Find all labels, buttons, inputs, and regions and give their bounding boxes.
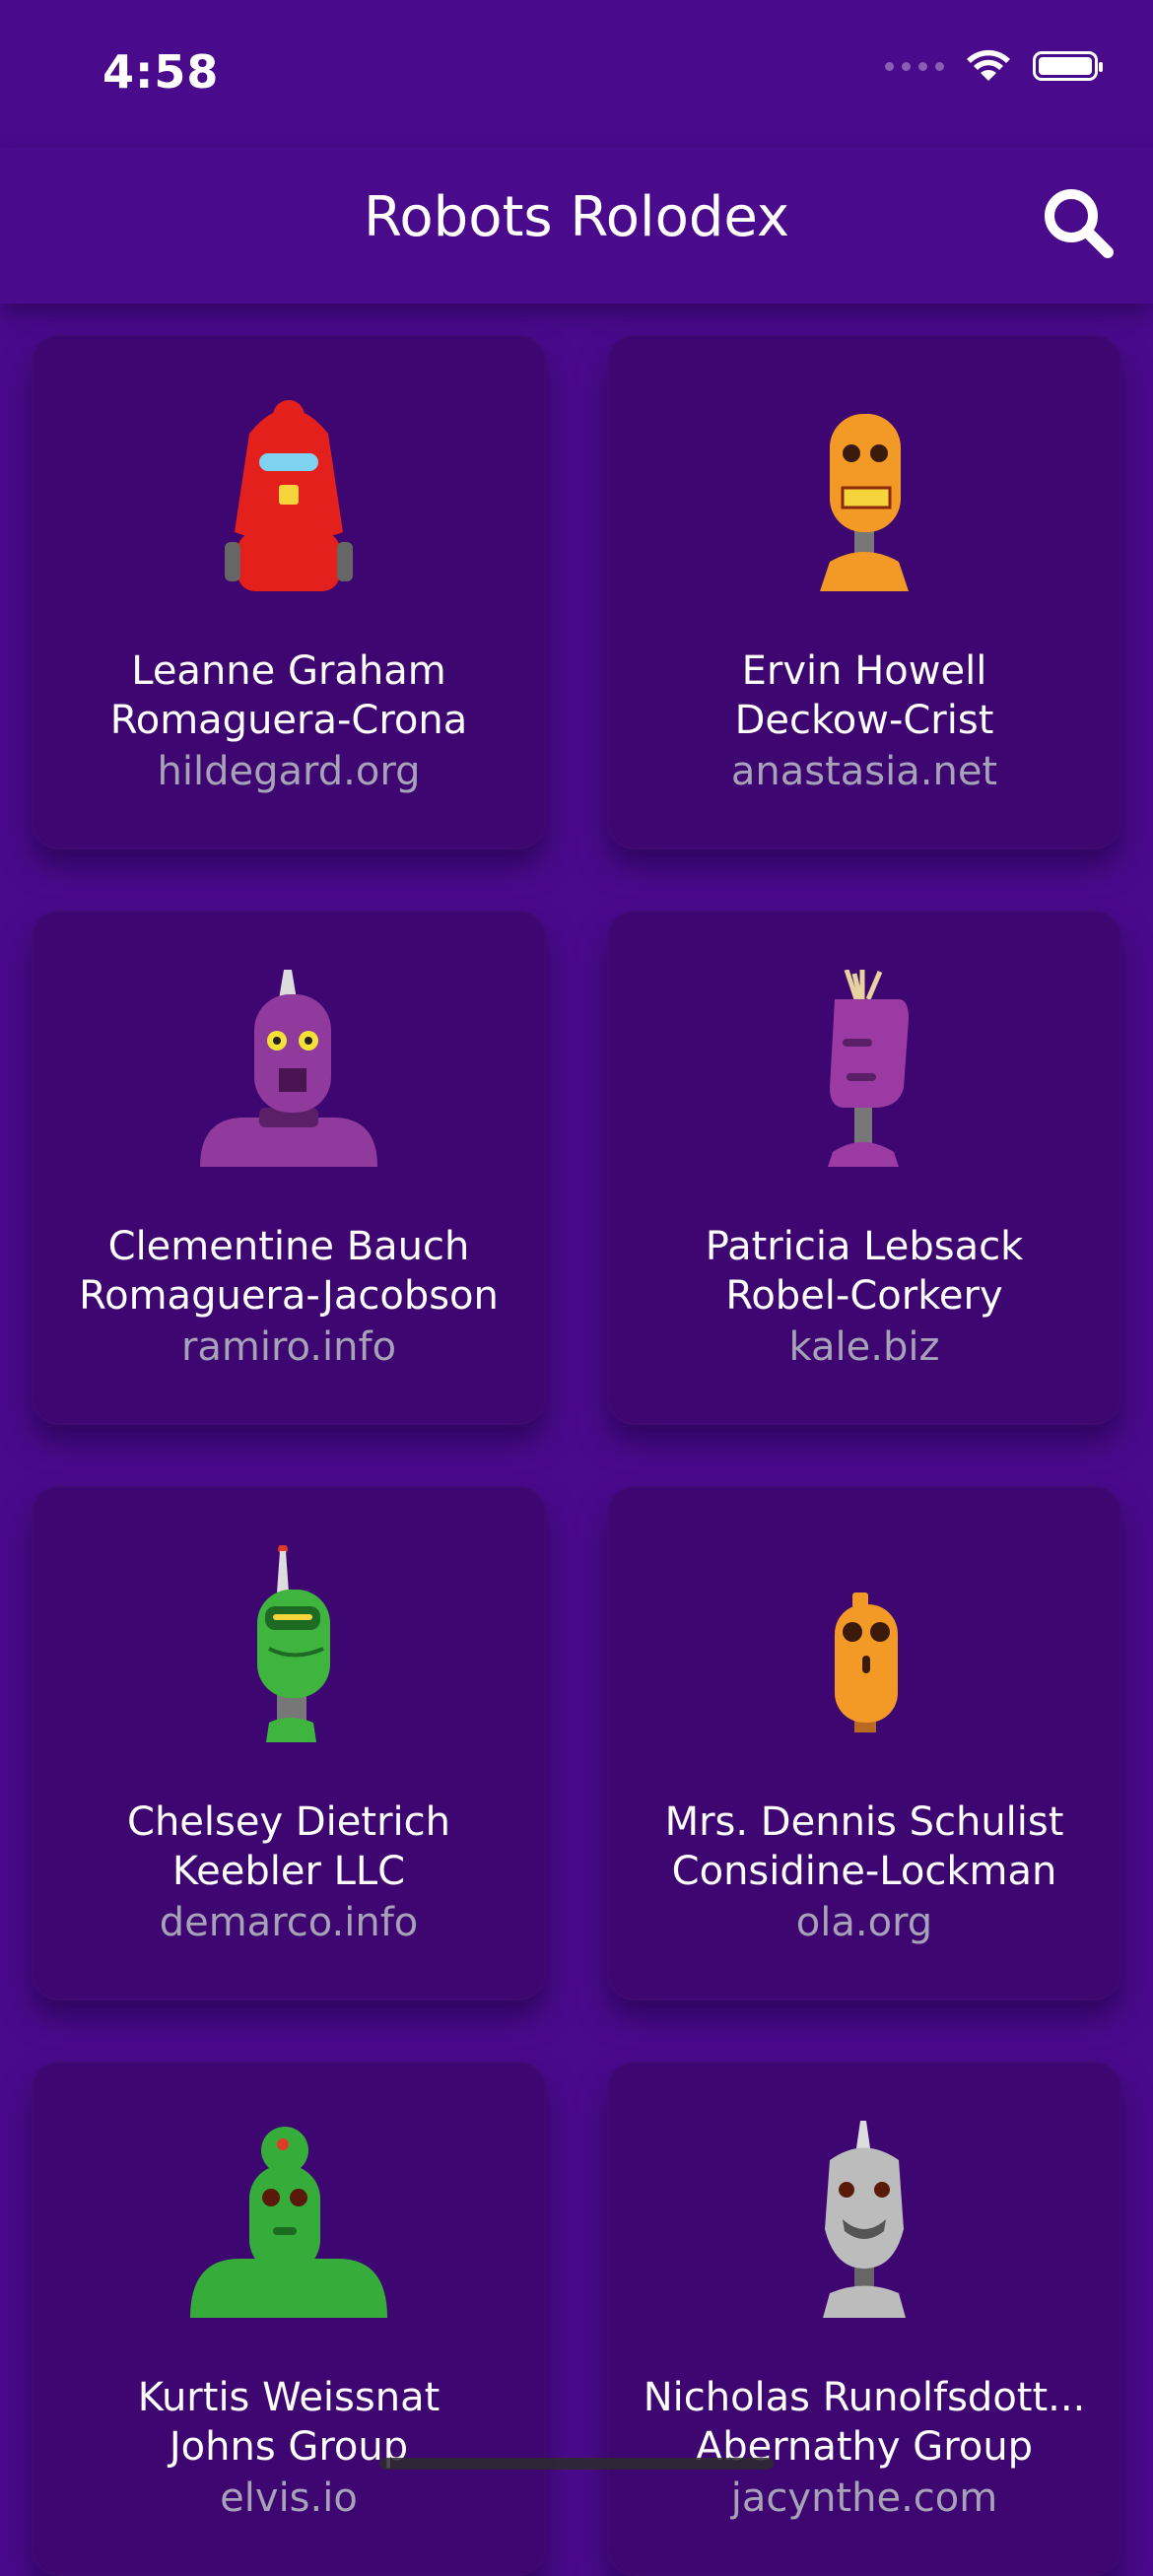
app-header: Robots Rolodex [0,148,1153,304]
robot-name: Kurtis Weissnat [137,2375,441,2420]
robot-card[interactable]: Mrs. Dennis Schulist Considine-Lockman o… [607,1486,1121,2000]
robot-website: ola.org [795,1900,933,1945]
robot-website: hildegard.org [157,749,421,794]
robot-avatar-icon [835,1593,898,1732]
robot-name: Nicholas Runolfsdott... [643,2375,1086,2420]
robot-card[interactable]: Patricia Lebsack Robel-Corkery kale.biz [607,911,1121,1425]
wifi-icon [967,49,1010,81]
robot-name: Leanne Graham [131,648,446,694]
robot-card[interactable]: Clementine Bauch Romaguera-Jacobson rami… [32,911,546,1425]
status-bar: 4:58 [0,0,1153,148]
robot-company: Deckow-Crist [734,698,994,743]
robot-name: Chelsey Dietrich [127,1799,450,1845]
robot-website: ramiro.info [180,1324,397,1370]
robot-website: demarco.info [159,1900,419,1945]
robot-website: anastasia.net [730,749,998,794]
robot-name: Patricia Lebsack [705,1224,1024,1269]
status-time: 4:58 [102,45,220,99]
robot-website: kale.biz [788,1324,940,1370]
robot-website: elvis.io [220,2475,358,2521]
robot-avatar-icon [828,970,909,1167]
robot-company: Robel-Corkery [725,1273,1003,1319]
home-indicator[interactable] [379,2458,774,2470]
robot-card[interactable]: Leanne Graham Romaguera-Crona hildegard.… [32,335,546,849]
robot-company: Romaguera-Crona [109,698,468,743]
robot-card[interactable]: Kurtis Weissnat Johns Group elvis.io [32,2062,546,2576]
robot-avatar-icon [190,2127,387,2318]
robot-company: Romaguera-Jacobson [79,1273,499,1319]
page-title: Robots Rolodex [363,185,790,249]
cellular-signal-icon [885,61,944,71]
robot-name: Ervin Howell [741,648,987,694]
robot-card[interactable]: Nicholas Runolfsdott... Abernathy Group … [607,2062,1121,2576]
robot-avatar-icon [225,400,353,591]
robot-avatar-icon [823,2121,906,2318]
robot-company: Keebler LLC [171,1849,406,1894]
status-icons [885,49,1103,83]
search-icon[interactable] [1039,183,1118,262]
robot-name: Mrs. Dennis Schulist [664,1799,1064,1845]
robot-avatar-icon [820,414,909,591]
robot-card[interactable]: Ervin Howell Deckow-Crist anastasia.net [607,335,1121,849]
robot-avatar-icon [257,1545,330,1742]
robot-company: Considine-Lockman [671,1849,1057,1894]
robot-name: Clementine Bauch [107,1224,470,1269]
robot-avatar-icon [200,970,377,1167]
robot-card[interactable]: Chelsey Dietrich Keebler LLC demarco.inf… [32,1486,546,2000]
robot-website: jacynthe.com [730,2475,998,2521]
battery-icon [1033,51,1103,81]
